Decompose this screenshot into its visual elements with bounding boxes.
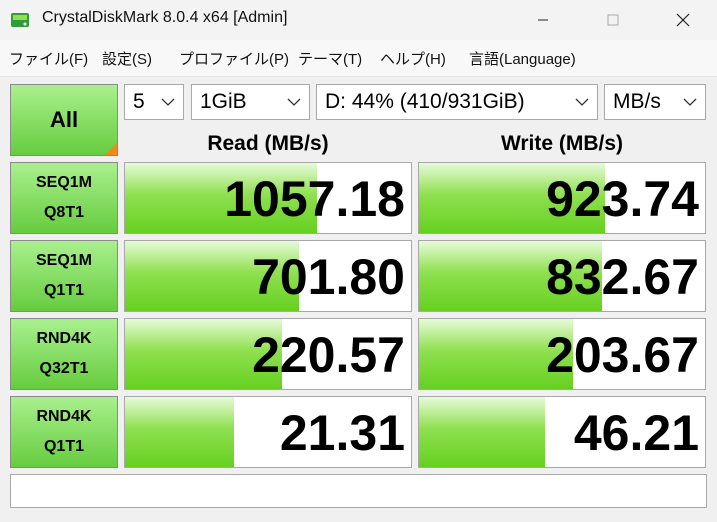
read-bar <box>125 397 234 467</box>
write-header: Write (MB/s) <box>500 132 624 155</box>
write-value: 203.67 <box>546 327 699 383</box>
read-result-seq1m-q8t1: 1057.18 <box>124 162 412 234</box>
test-name: SEQ1M <box>35 252 92 269</box>
window-title: CrystalDiskMark 8.0.4 x64 [Admin] <box>42 9 288 26</box>
menu-theme[interactable]: テーマ(T) <box>298 48 362 69</box>
write-result-rnd4k-q32t1: 203.67 <box>418 318 706 390</box>
test-button-rnd4k-q1t1[interactable]: RND4K Q1T1 <box>10 396 118 468</box>
menu-bar: ファイル(F) 設定(S) プロファイル(P) テーマ(T) ヘルプ(H) 言語… <box>0 40 717 77</box>
chevron-down-icon <box>575 98 589 106</box>
maximize-icon <box>607 14 619 26</box>
app-disk-icon <box>11 13 29 27</box>
chevron-down-icon <box>161 98 175 106</box>
read-header: Read (MB/s) <box>207 132 329 155</box>
read-value: 220.57 <box>252 327 405 383</box>
test-button-seq1m-q1t1[interactable]: SEQ1M Q1T1 <box>10 240 118 312</box>
all-button-label: All <box>49 107 79 132</box>
unit-select[interactable]: MB/s <box>604 84 706 120</box>
read-value: 701.80 <box>252 249 405 305</box>
menu-settings[interactable]: 設定(S) <box>102 48 152 69</box>
read-result-rnd4k-q32t1: 220.57 <box>124 318 412 390</box>
write-result-seq1m-q1t1: 832.67 <box>418 240 706 312</box>
write-value: 832.67 <box>546 249 699 305</box>
test-params: Q8T1 <box>43 204 84 221</box>
minimize-button[interactable] <box>520 0 566 40</box>
test-count-select[interactable]: 5 <box>124 84 184 120</box>
chevron-down-icon <box>683 98 697 106</box>
menu-help[interactable]: ヘルプ(H) <box>380 48 446 69</box>
chevron-down-icon <box>287 98 301 106</box>
read-result-seq1m-q1t1: 701.80 <box>124 240 412 312</box>
menu-language[interactable]: 言語(Language) <box>469 48 576 69</box>
test-name: SEQ1M <box>35 174 92 191</box>
all-button[interactable]: All <box>10 84 118 156</box>
write-result-rnd4k-q1t1: 46.21 <box>418 396 706 468</box>
write-value: 923.74 <box>546 171 699 227</box>
corner-marker-icon <box>105 143 117 155</box>
comment-input[interactable] <box>10 474 707 508</box>
drive-value: D: 44% (410/931GiB) <box>325 90 525 113</box>
menu-file[interactable]: ファイル(F) <box>9 48 88 69</box>
unit-value: MB/s <box>613 90 661 113</box>
write-bar <box>419 397 545 467</box>
test-count-value: 5 <box>133 90 145 113</box>
test-name: RND4K <box>36 408 92 425</box>
test-name: RND4K <box>36 330 92 347</box>
maximize-button[interactable] <box>590 0 636 40</box>
test-button-seq1m-q8t1[interactable]: SEQ1M Q8T1 <box>10 162 118 234</box>
test-size-value: 1GiB <box>200 90 247 113</box>
test-params: Q1T1 <box>43 438 84 455</box>
title-bar: CrystalDiskMark 8.0.4 x64 [Admin] <box>0 0 717 40</box>
test-button-rnd4k-q32t1[interactable]: RND4K Q32T1 <box>10 318 118 390</box>
write-value: 46.21 <box>573 405 699 461</box>
close-icon <box>676 13 690 27</box>
minimize-icon <box>538 19 548 21</box>
test-params: Q1T1 <box>43 282 84 299</box>
test-params: Q32T1 <box>39 360 89 377</box>
read-result-rnd4k-q1t1: 21.31 <box>124 396 412 468</box>
write-result-seq1m-q8t1: 923.74 <box>418 162 706 234</box>
menu-profile[interactable]: プロファイル(P) <box>179 48 289 69</box>
read-value: 1057.18 <box>224 171 405 227</box>
close-button[interactable] <box>660 0 706 40</box>
drive-select[interactable]: D: 44% (410/931GiB) <box>316 84 598 120</box>
test-size-select[interactable]: 1GiB <box>191 84 310 120</box>
read-value: 21.31 <box>279 405 405 461</box>
